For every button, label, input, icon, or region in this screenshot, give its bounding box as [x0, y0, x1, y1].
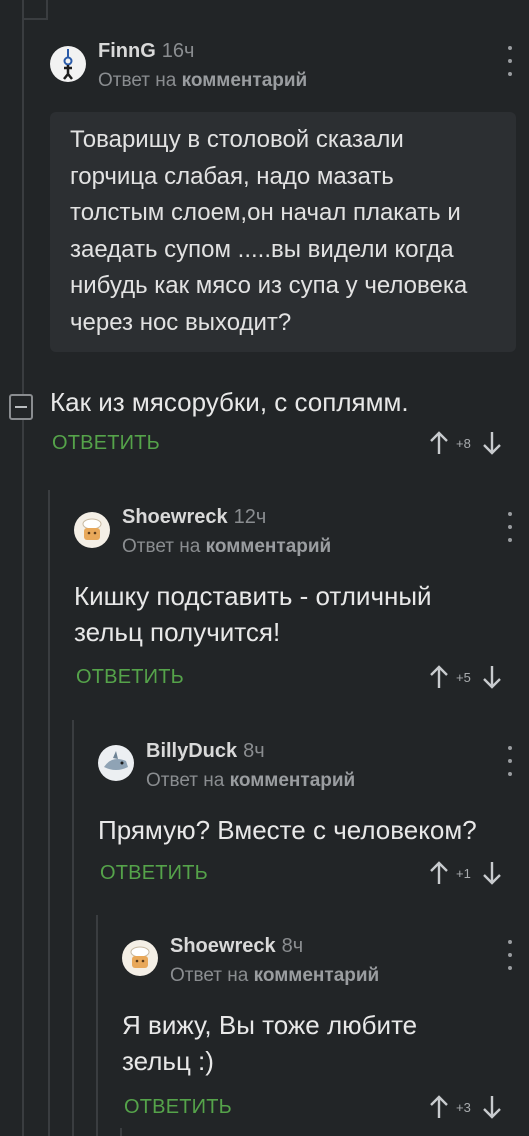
arrow-down-icon[interactable] [481, 664, 503, 690]
reply-prefix: Ответ на [98, 70, 177, 91]
thread-line [96, 915, 98, 1136]
comment-time: 8ч [243, 740, 265, 762]
vote-controls: +3 [428, 1094, 503, 1120]
arrow-down-icon[interactable] [481, 860, 503, 886]
reply-to-line: Ответ на комментарий [146, 770, 355, 792]
thread-line [72, 720, 74, 1136]
reply-to-link[interactable]: комментарий [230, 770, 356, 791]
username[interactable]: Shoewreck 8ч [170, 935, 303, 958]
vote-controls: +8 [428, 430, 503, 456]
arrow-up-icon[interactable] [428, 1094, 450, 1120]
chef-icon [82, 518, 102, 540]
reply-prefix: Ответ на [146, 770, 225, 791]
shark-icon [104, 751, 128, 770]
thread-line [22, 18, 48, 20]
reply-to-line: Ответ на комментарий [98, 70, 307, 92]
hanging-figure-icon [63, 49, 73, 80]
username-text[interactable]: FinnG [98, 40, 156, 62]
avatar[interactable] [50, 46, 86, 82]
thread-line [48, 490, 50, 1136]
arrow-up-icon[interactable] [428, 860, 450, 886]
avatar[interactable] [122, 940, 158, 976]
avatar[interactable] [74, 512, 110, 548]
arrow-up-icon[interactable] [428, 430, 450, 456]
comment-text: Я вижу, Вы тоже любите зельц :) [122, 1010, 418, 1076]
score: +1 [456, 865, 471, 881]
score: +5 [456, 669, 471, 685]
collapse-minus-icon[interactable] [9, 394, 33, 420]
reply-button[interactable]: ОТВЕТИТЬ [76, 666, 184, 689]
reply-button[interactable]: ОТВЕТИТЬ [100, 862, 208, 885]
score: +3 [456, 1099, 471, 1115]
username-text[interactable]: Shoewreck [170, 935, 276, 957]
arrow-down-icon[interactable] [481, 430, 503, 456]
thread-line [46, 0, 48, 18]
reply-button[interactable]: ОТВЕТИТЬ [52, 432, 160, 455]
reply-to-line: Ответ на комментарий [122, 536, 331, 558]
reply-to-link[interactable]: комментарий [182, 70, 308, 91]
comment-time: 12ч [233, 506, 267, 528]
vote-controls: +5 [428, 664, 503, 690]
comment-text: Прямую? Вместе с человеком? [98, 815, 477, 845]
reply-to-link[interactable]: комментарий [206, 536, 332, 557]
arrow-down-icon[interactable] [481, 1094, 503, 1120]
quote-text: Товарищу в столовой сказали горчица слаб… [70, 126, 468, 336]
arrow-up-icon[interactable] [428, 664, 450, 690]
username[interactable]: FinnG 16ч [98, 40, 194, 63]
username[interactable]: Shoewreck 12ч [122, 506, 266, 529]
username-text[interactable]: Shoewreck [122, 506, 228, 528]
comment-time: 16ч [161, 40, 195, 62]
thread-line [120, 1128, 122, 1136]
vote-controls: +1 [428, 860, 503, 886]
reply-to-line: Ответ на комментарий [170, 965, 379, 987]
more-vertical-icon[interactable] [505, 940, 515, 970]
quoted-comment: Товарищу в столовой сказали горчица слаб… [50, 112, 516, 352]
reply-prefix: Ответ на [122, 536, 201, 557]
chef-icon [130, 946, 150, 968]
username[interactable]: BillyDuck 8ч [146, 740, 265, 763]
comment-text: Кишку подставить - отличный зельц получи… [74, 581, 432, 647]
reply-button[interactable]: ОТВЕТИТЬ [124, 1096, 232, 1119]
comment-text: Как из мясорубки, с соплямм. [50, 387, 409, 417]
more-vertical-icon[interactable] [505, 746, 515, 776]
reply-prefix: Ответ на [170, 965, 249, 986]
thread-line [22, 0, 24, 1136]
avatar[interactable] [98, 745, 134, 781]
comment-time: 8ч [281, 935, 304, 957]
more-vertical-icon[interactable] [505, 46, 515, 76]
score: +8 [456, 435, 471, 451]
username-text[interactable]: BillyDuck [146, 740, 237, 762]
reply-to-link[interactable]: комментарий [254, 965, 380, 986]
more-vertical-icon[interactable] [505, 512, 515, 542]
